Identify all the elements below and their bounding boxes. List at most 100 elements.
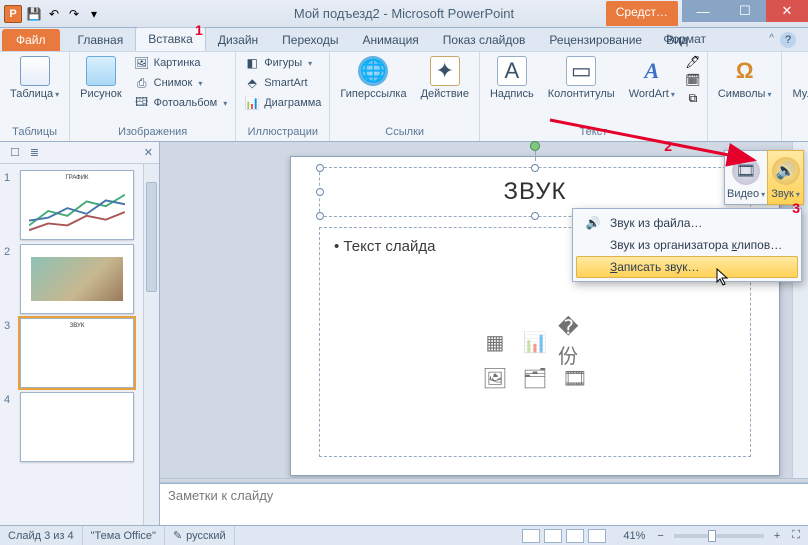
maximize-button[interactable]: ☐ bbox=[724, 0, 766, 22]
media-button[interactable]: 🔊 Мультимедиа bbox=[788, 54, 808, 103]
thumbs-tab-slides[interactable]: ☐ bbox=[10, 146, 20, 159]
tab-format[interactable]: Формат bbox=[649, 28, 720, 50]
sound-file-icon: 🔊 bbox=[584, 216, 602, 230]
thumb-number: 4 bbox=[4, 392, 16, 406]
table-icon bbox=[20, 56, 50, 86]
textbox-icon: A bbox=[497, 56, 527, 86]
ph-table-icon[interactable]: ▦ bbox=[478, 327, 512, 357]
zoom-slider[interactable] bbox=[674, 534, 764, 538]
ph-media-icon[interactable]: 🎞 bbox=[558, 363, 592, 393]
notes-pane[interactable]: Заметки к слайду bbox=[160, 483, 808, 525]
chart-icon: 📊 bbox=[244, 95, 260, 111]
smartart-icon: ⬘ bbox=[244, 75, 260, 91]
text-extra-icon[interactable]: ⧉ bbox=[685, 90, 701, 106]
headerfooter-icon: ▭ bbox=[566, 56, 596, 86]
tab-file[interactable]: Файл bbox=[2, 29, 60, 51]
sound-button[interactable]: 🔊 Звук bbox=[767, 150, 804, 205]
thumb-title: ЗВУК bbox=[21, 319, 133, 329]
thumbnail[interactable]: ГРАФИК bbox=[20, 170, 134, 240]
view-normal-button[interactable] bbox=[522, 529, 540, 543]
thumbs-tab-outline[interactable]: ≣ bbox=[30, 146, 39, 159]
screenshot-button[interactable]: ⎙ Снимок bbox=[132, 74, 230, 92]
hyperlink-button[interactable]: 🌐 Гиперссылка bbox=[336, 54, 410, 102]
thumb-row[interactable]: 1 ГРАФИК bbox=[0, 168, 159, 242]
photoalbum-button[interactable]: 🖽Фотоальбом bbox=[132, 94, 230, 112]
group-media: 🔊 Мультимедиа bbox=[782, 52, 808, 141]
photoalbum-icon: 🖽 bbox=[134, 95, 150, 111]
symbols-button[interactable]: Ω Символы bbox=[714, 54, 776, 103]
spellcheck-icon: ✎ bbox=[173, 529, 182, 542]
text-extra-icon[interactable]: 🗓 bbox=[685, 72, 701, 88]
save-icon[interactable]: 💾 bbox=[26, 6, 42, 22]
ph-chart-icon[interactable]: 📊 bbox=[518, 327, 552, 357]
screenshot-icon: ⎙ bbox=[134, 75, 150, 91]
thumb-row[interactable]: 2 bbox=[0, 242, 159, 316]
ph-picture-icon[interactable]: 🖼 bbox=[478, 363, 512, 393]
chart-button[interactable]: 📊Диаграмма bbox=[242, 94, 323, 112]
qat-dropdown-icon[interactable]: ▾ bbox=[86, 6, 102, 22]
slide-canvas[interactable]: ЗВУК Текст слайда ▦ 📊 �份 🖼 🗂 🎞 bbox=[290, 156, 780, 476]
ribbon: Таблица Таблицы Рисунок 🖼Картинка ⎙Снимо… bbox=[0, 52, 808, 142]
menu-sound-from-file[interactable]: 🔊 Звук из файла… bbox=[576, 212, 798, 234]
symbols-label: Символы bbox=[718, 88, 772, 101]
thumb-row[interactable]: 4 bbox=[0, 390, 159, 464]
textbox-button[interactable]: A Надпись bbox=[486, 54, 538, 102]
screenshot-label: Снимок bbox=[154, 77, 193, 89]
window-controls: — ☐ ✕ bbox=[682, 0, 808, 22]
thumbnail[interactable] bbox=[20, 244, 134, 314]
action-button[interactable]: ✦ Действие bbox=[417, 54, 473, 102]
shapes-label: Фигуры bbox=[264, 57, 302, 69]
workspace: ☐ ≣ ✕ 1 ГРАФИК 2 3 bbox=[0, 142, 808, 525]
menu-sound-from-organizer[interactable]: Звук из организатора клипов… bbox=[576, 234, 798, 256]
menu-record-sound[interactable]: Записать звук… bbox=[576, 256, 798, 278]
tab-slideshow[interactable]: Показ слайдов bbox=[431, 29, 538, 51]
smartart-button[interactable]: ⬘SmartArt bbox=[242, 74, 323, 92]
rotate-handle[interactable] bbox=[530, 141, 540, 151]
video-icon: 🎞 bbox=[732, 157, 760, 185]
clipart-button[interactable]: 🖼Картинка bbox=[132, 54, 230, 72]
view-sorter-button[interactable] bbox=[544, 529, 562, 543]
thumbs-close-icon[interactable]: ✕ bbox=[144, 146, 153, 159]
view-reading-button[interactable] bbox=[566, 529, 584, 543]
ribbon-tabs: Файл Главная Вставка Дизайн Переходы Ани… bbox=[0, 28, 808, 52]
text-extra-icon[interactable]: 🖊 bbox=[685, 54, 701, 70]
tab-home[interactable]: Главная bbox=[66, 29, 136, 51]
wordart-button[interactable]: A WordArt bbox=[625, 54, 679, 103]
tab-transitions[interactable]: Переходы bbox=[270, 29, 350, 51]
tab-design[interactable]: Дизайн bbox=[206, 29, 270, 51]
tab-animations[interactable]: Анимация bbox=[350, 29, 430, 51]
headerfooter-button[interactable]: ▭ Колонтитулы bbox=[544, 54, 619, 102]
menu-label: Звук из файла… bbox=[610, 216, 702, 230]
badge-2: 2 bbox=[664, 138, 672, 154]
video-button[interactable]: 🎞 Видео bbox=[725, 151, 768, 204]
close-button[interactable]: ✕ bbox=[766, 0, 808, 22]
view-slideshow-button[interactable] bbox=[588, 529, 606, 543]
group-illustrations: ◧Фигуры ⬘SmartArt 📊Диаграмма Иллюстрации bbox=[236, 52, 330, 141]
ribbon-expand-icon[interactable]: ^ bbox=[769, 33, 774, 44]
thumbs-scrollbar[interactable] bbox=[143, 164, 159, 525]
minimize-button[interactable]: — bbox=[682, 0, 724, 22]
badge-1: 1 bbox=[195, 22, 203, 38]
zoom-out-button[interactable]: − bbox=[657, 530, 663, 542]
fit-to-window-button[interactable]: ⛶ bbox=[784, 526, 808, 545]
status-language[interactable]: ✎русский bbox=[165, 526, 235, 545]
picture-button[interactable]: Рисунок bbox=[76, 54, 126, 102]
thumbnail-selected[interactable]: ЗВУК bbox=[20, 318, 134, 388]
thumbnail[interactable] bbox=[20, 392, 134, 462]
table-button[interactable]: Таблица bbox=[6, 54, 63, 103]
picture-icon bbox=[86, 56, 116, 86]
undo-icon[interactable]: ↶ bbox=[46, 6, 62, 22]
help-icon[interactable]: ? bbox=[780, 32, 796, 48]
contextual-tools-tab[interactable]: Средст… bbox=[606, 1, 678, 26]
ph-clipart-icon[interactable]: 🗂 bbox=[518, 363, 552, 393]
shapes-button[interactable]: ◧Фигуры bbox=[242, 54, 323, 72]
hyperlink-label: Гиперссылка bbox=[340, 88, 406, 100]
thumb-row[interactable]: 3 ЗВУК bbox=[0, 316, 159, 390]
redo-icon[interactable]: ↷ bbox=[66, 6, 82, 22]
group-label bbox=[788, 136, 808, 141]
tab-review[interactable]: Рецензирование bbox=[537, 29, 654, 51]
ph-smartart-icon[interactable]: �份 bbox=[558, 327, 592, 357]
zoom-level[interactable]: 41% bbox=[615, 526, 653, 545]
sound-icon: 🔊 bbox=[772, 157, 800, 185]
zoom-in-button[interactable]: + bbox=[774, 530, 780, 542]
